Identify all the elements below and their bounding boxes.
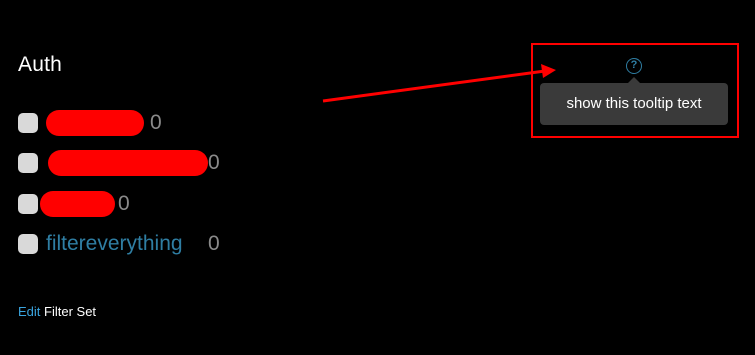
question-circle-icon[interactable]: ?	[626, 58, 642, 74]
filter-item[interactable]: 0	[18, 150, 238, 176]
tooltip: show this tooltip text	[540, 83, 728, 125]
filter-count: 0	[150, 111, 162, 134]
filter-section-title: Auth	[18, 53, 62, 76]
edit-filter-set: Edit Filter Set	[18, 304, 96, 319]
filter-item[interactable]: filtereverything 0	[18, 231, 238, 257]
filter-checkbox[interactable]	[18, 234, 38, 254]
filter-item[interactable]: 0	[18, 191, 148, 217]
edit-link[interactable]: Edit	[18, 304, 40, 319]
filter-set-label: Filter Set	[44, 304, 97, 319]
filter-item[interactable]: 0	[18, 110, 218, 136]
redacted-label	[46, 110, 144, 136]
filter-checkbox[interactable]	[18, 194, 38, 214]
filter-count: 0	[208, 232, 220, 255]
filter-term-link[interactable]: filtereverything	[46, 231, 183, 257]
filter-count: 0	[118, 192, 130, 215]
redacted-label	[48, 150, 208, 176]
filter-checkbox[interactable]	[18, 113, 38, 133]
filter-checkbox[interactable]	[18, 153, 38, 173]
page: Auth 0 0 0 filtereverything 0 Edit Filte…	[0, 0, 755, 355]
redacted-label	[40, 191, 115, 217]
filter-count: 0	[208, 151, 220, 174]
